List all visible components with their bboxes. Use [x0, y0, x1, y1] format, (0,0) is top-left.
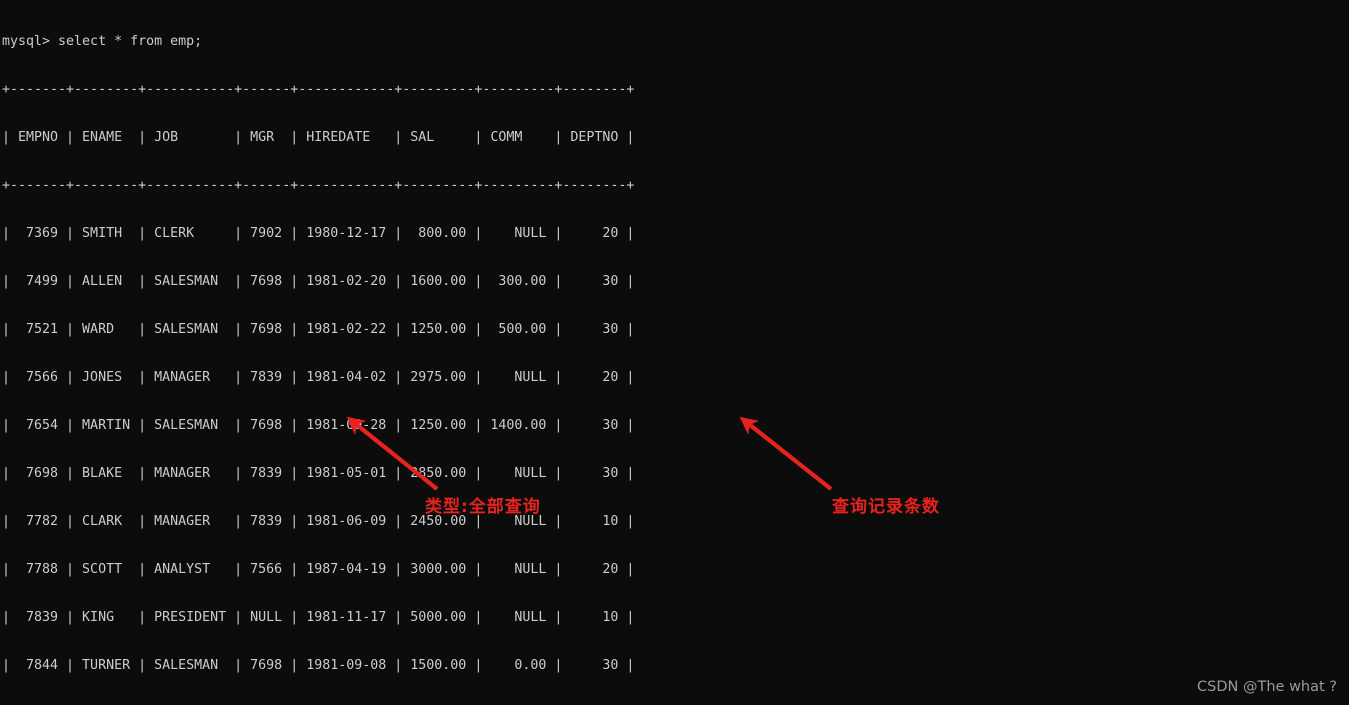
table-row: | 7698 | BLAKE | MANAGER | 7839 | 1981-0…: [2, 466, 635, 481]
table-row: | 7521 | WARD | SALESMAN | 7698 | 1981-0…: [2, 322, 635, 337]
table-row: | 7788 | SCOTT | ANALYST | 7566 | 1987-0…: [2, 562, 635, 577]
table-row: | 7654 | MARTIN | SALESMAN | 7698 | 1981…: [2, 418, 635, 433]
type-annotation-label: 类型:全部查询: [425, 497, 541, 517]
table-row: | 7844 | TURNER | SALESMAN | 7698 | 1981…: [2, 658, 635, 673]
table-row: | 7369 | SMITH | CLERK | 7902 | 1980-12-…: [2, 226, 635, 241]
command-line-select: mysql> select * from emp;: [2, 34, 203, 49]
table-row: | 7839 | KING | PRESIDENT | NULL | 1981-…: [2, 610, 635, 625]
emp-table-header: | EMPNO | ENAME | JOB | MGR | HIREDATE |…: [2, 130, 635, 145]
watermark-text: CSDN @The what ?: [1197, 679, 1337, 695]
terminal-output[interactable]: mysql> select * from emp; +-------+-----…: [0, 0, 963, 705]
table-row: | 7499 | ALLEN | SALESMAN | 7698 | 1981-…: [2, 274, 635, 289]
rows-annotation-label: 查询记录条数: [832, 497, 940, 517]
table-row: | 7566 | JONES | MANAGER | 7839 | 1981-0…: [2, 370, 635, 385]
emp-table-separator-top: +-------+--------+-----------+------+---…: [2, 82, 635, 97]
emp-table-separator-mid: +-------+--------+-----------+------+---…: [2, 178, 635, 193]
terminal-window: mysql> select * from emp; +-------+-----…: [0, 0, 1349, 705]
